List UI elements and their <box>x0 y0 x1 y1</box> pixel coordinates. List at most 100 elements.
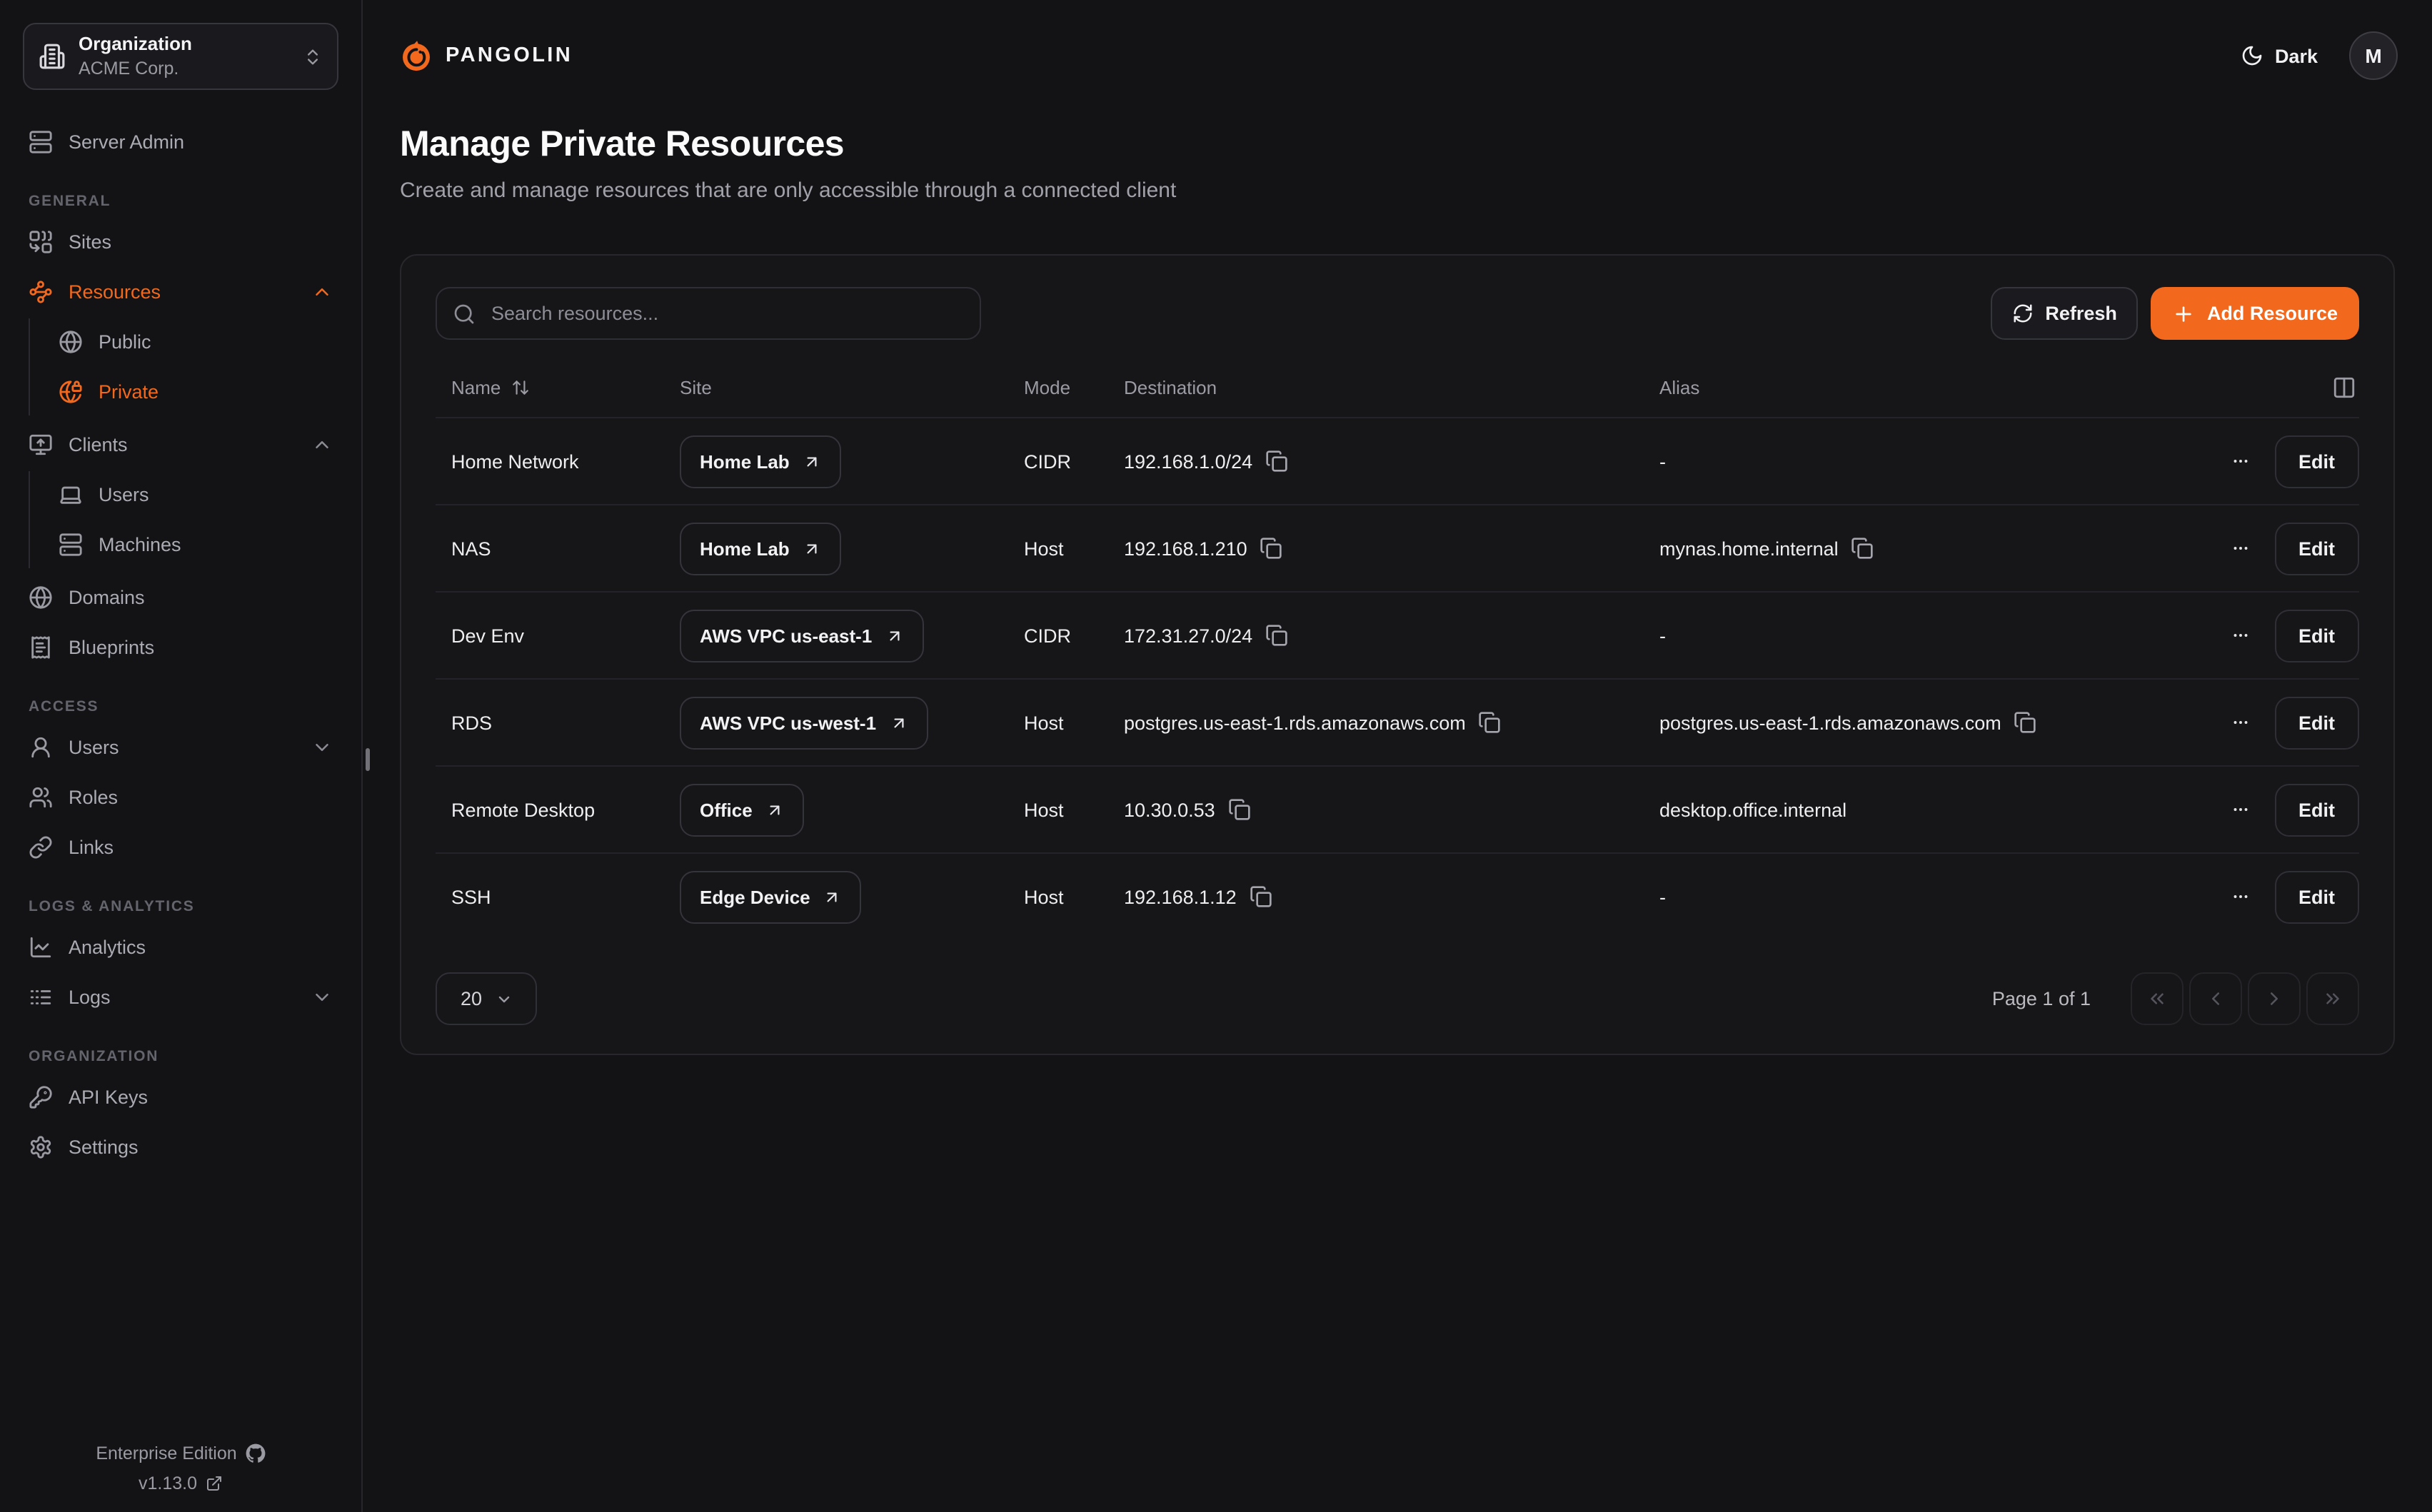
version-label: v1.13.0 <box>139 1473 197 1493</box>
copy-icon[interactable] <box>1479 711 1502 734</box>
site-link-button[interactable]: Edge Device <box>680 870 862 923</box>
edit-button[interactable]: Edit <box>2274 783 2359 836</box>
sidebar-item-label: Analytics <box>69 937 333 958</box>
column-visibility-button[interactable] <box>2332 376 2356 400</box>
alias-value: postgres.us-east-1.rds.amazonaws.com <box>1659 712 2001 733</box>
site-name: Office <box>700 799 753 820</box>
cell-alias: - <box>1644 886 2174 907</box>
edit-button[interactable]: Edit <box>2274 609 2359 662</box>
page-size-select[interactable]: 20 <box>436 972 537 1025</box>
site-link-button[interactable]: Office <box>680 783 804 836</box>
table-row: NASHome LabHost192.168.1.210mynas.home.i… <box>436 504 2359 591</box>
column-header-name: Name <box>436 377 664 398</box>
destination-value: 10.30.0.53 <box>1124 799 1215 820</box>
sidebar-nav: Server Admin GENERALSitesResourcesPublic… <box>0 90 361 1433</box>
card-toolbar: Refresh Add Resource <box>436 256 2359 340</box>
row-menu-button[interactable] <box>2224 533 2256 564</box>
sidebar-item-logs[interactable]: Logs <box>17 974 344 1021</box>
copy-icon[interactable] <box>1265 450 1288 473</box>
sidebar-item-label: Roles <box>69 787 333 808</box>
sidebar-item-api-keys[interactable]: API Keys <box>17 1074 344 1121</box>
cell-alias: - <box>1644 450 2174 472</box>
copy-icon[interactable] <box>1265 624 1288 647</box>
column-header-alias: Alias <box>1644 377 2174 398</box>
chevrons-left-icon <box>2146 988 2168 1009</box>
sidebar-item-links[interactable]: Links <box>17 824 344 871</box>
sidebar-item-server-admin[interactable]: Server Admin <box>17 119 344 166</box>
theme-toggle[interactable]: Dark <box>2241 44 2318 67</box>
copy-icon[interactable] <box>2014 711 2037 734</box>
site-link-button[interactable]: AWS VPC us-west-1 <box>680 696 928 749</box>
sidebar-item-label: Clients <box>69 434 296 455</box>
edition-link[interactable]: Enterprise Edition <box>0 1443 361 1463</box>
row-menu-button[interactable] <box>2224 881 2256 912</box>
first-page-button[interactable] <box>2131 972 2184 1025</box>
row-menu-button[interactable] <box>2224 707 2256 738</box>
copy-icon[interactable] <box>1260 537 1283 560</box>
edit-button[interactable]: Edit <box>2274 522 2359 575</box>
cell-actions: Edit <box>2174 435 2359 488</box>
cell-actions: Edit <box>2174 783 2359 836</box>
site-link-button[interactable]: AWS VPC us-east-1 <box>680 609 923 662</box>
sidebar-item-resources[interactable]: Resources <box>17 268 344 316</box>
next-page-button[interactable] <box>2248 972 2301 1025</box>
last-page-button[interactable] <box>2306 972 2359 1025</box>
sidebar-item-clients[interactable]: Clients <box>17 421 344 468</box>
previous-page-button[interactable] <box>2189 972 2242 1025</box>
sidebar-item-users[interactable]: Users <box>30 471 344 518</box>
cell-destination: postgres.us-east-1.rds.amazonaws.com <box>1108 711 1644 734</box>
site-name: AWS VPC us-west-1 <box>700 712 876 733</box>
table-row: Dev EnvAWS VPC us-east-1CIDR172.31.27.0/… <box>436 591 2359 678</box>
copy-icon[interactable] <box>1228 798 1251 821</box>
version-link[interactable]: v1.13.0 <box>0 1473 361 1493</box>
column-header-destination: Destination <box>1108 377 1644 398</box>
sidebar-item-machines[interactable]: Machines <box>30 521 344 568</box>
org-switcher[interactable]: Organization ACME Corp. <box>23 23 338 90</box>
sidebar-item-settings[interactable]: Settings <box>17 1124 344 1171</box>
sidebar-item-sites[interactable]: Sites <box>17 218 344 266</box>
sidebar-item-analytics[interactable]: Analytics <box>17 924 344 971</box>
column-header-site: Site <box>664 377 1008 398</box>
site-link-button[interactable]: Home Lab <box>680 522 841 575</box>
sidebar-item-private[interactable]: Private <box>30 368 344 415</box>
sidebar-item-label: API Keys <box>69 1087 333 1108</box>
row-menu-button[interactable] <box>2224 445 2256 477</box>
sidebar-item-label: Private <box>99 381 333 403</box>
sort-icon[interactable] <box>511 378 529 397</box>
sidebar-item-blueprints[interactable]: Blueprints <box>17 624 344 671</box>
pager-buttons <box>2131 972 2359 1025</box>
brand: PANGOLIN <box>400 39 573 72</box>
sidebar-item-label: Resources <box>69 281 296 303</box>
key-icon <box>29 1085 53 1109</box>
sidebar-item-roles[interactable]: Roles <box>17 774 344 821</box>
cell-actions: Edit <box>2174 609 2359 662</box>
cell-destination: 192.168.1.210 <box>1108 537 1644 560</box>
row-menu-button[interactable] <box>2224 794 2256 825</box>
search-input[interactable] <box>488 301 964 326</box>
site-link-button[interactable]: Home Lab <box>680 435 841 488</box>
sidebar-item-label: Logs <box>69 987 296 1008</box>
nav-section-label: ORGANIZATION <box>29 1048 333 1065</box>
server-icon <box>29 130 53 154</box>
laptop-icon <box>59 483 83 507</box>
cell-site: AWS VPC us-east-1 <box>664 609 1008 662</box>
copy-icon[interactable] <box>1851 537 1874 560</box>
sidebar-item-public[interactable]: Public <box>30 318 344 366</box>
edit-button[interactable]: Edit <box>2274 870 2359 923</box>
column-header-name-label: Name <box>451 377 501 398</box>
theme-toggle-label: Dark <box>2275 45 2318 66</box>
edit-button[interactable]: Edit <box>2274 696 2359 749</box>
sidebar-item-domains[interactable]: Domains <box>17 574 344 621</box>
cell-mode: Host <box>1008 712 1108 733</box>
sidebar-item-users[interactable]: Users <box>17 724 344 771</box>
copy-icon[interactable] <box>1250 885 1272 908</box>
add-resource-button[interactable]: Add Resource <box>2151 287 2359 340</box>
combine-icon <box>29 230 53 254</box>
row-menu-button[interactable] <box>2224 620 2256 651</box>
moon-icon <box>2241 44 2263 67</box>
page-title: Manage Private Resources <box>400 124 2395 166</box>
sidebar-item-label: Server Admin <box>69 131 333 153</box>
edit-button[interactable]: Edit <box>2274 435 2359 488</box>
avatar[interactable]: M <box>2349 31 2398 80</box>
refresh-button[interactable]: Refresh <box>1991 287 2139 340</box>
